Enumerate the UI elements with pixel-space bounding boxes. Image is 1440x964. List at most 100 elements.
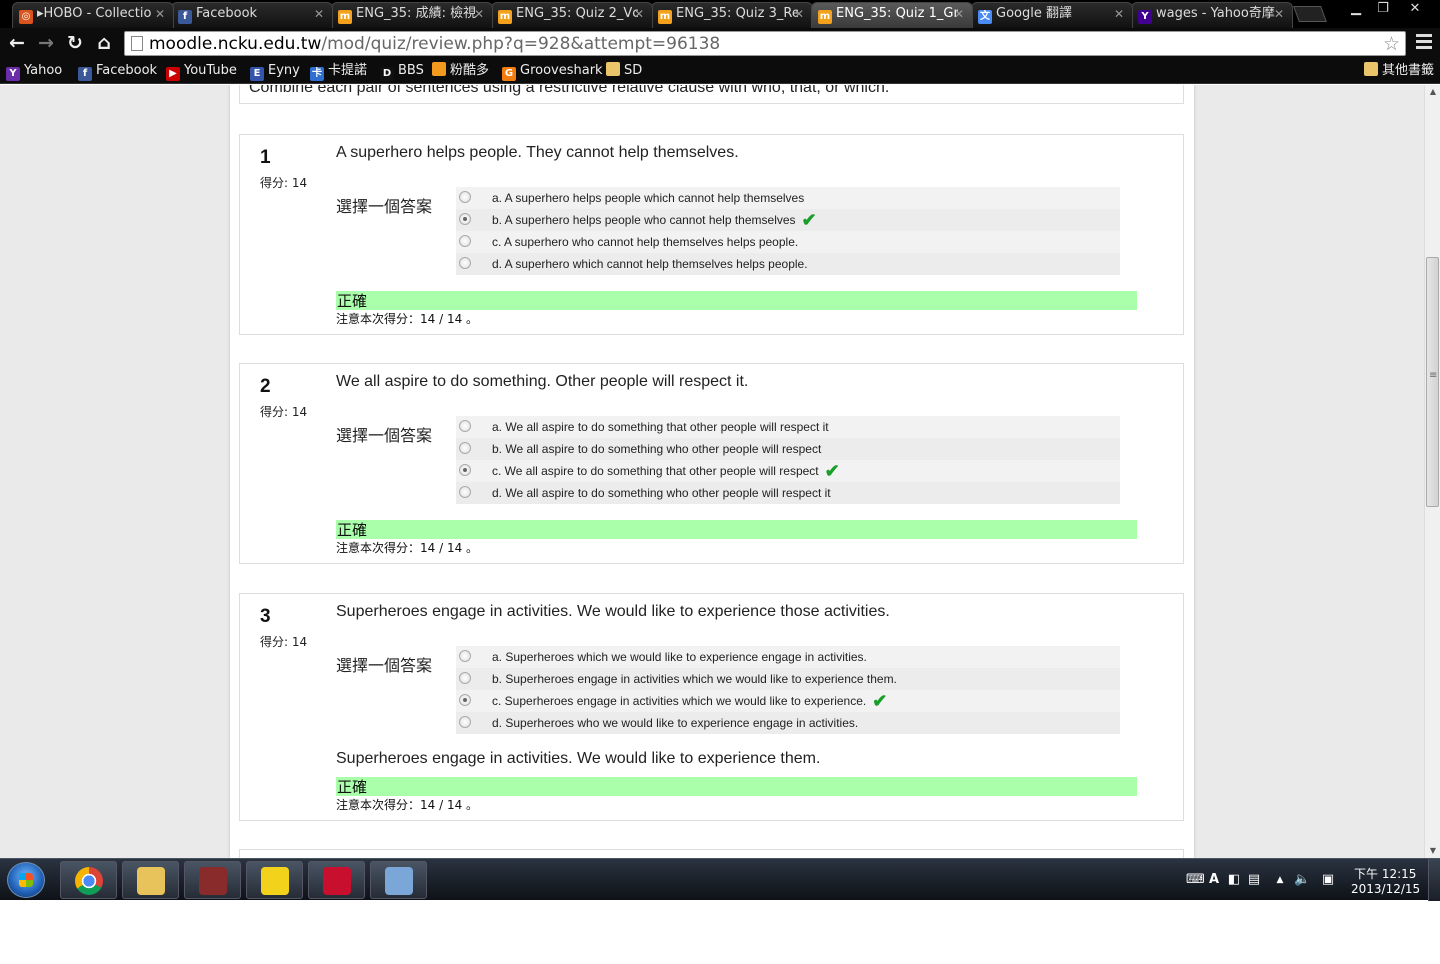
radio-button[interactable] xyxy=(459,213,471,225)
answer-list: a. We all aspire to do something that ot… xyxy=(456,416,1120,504)
radio-button[interactable] xyxy=(459,694,471,706)
close-window-button[interactable]: ✕ xyxy=(1400,0,1430,20)
tab-close-icon[interactable]: ✕ xyxy=(1274,3,1284,25)
folder-icon xyxy=(606,62,620,76)
taskbar-button[interactable] xyxy=(184,861,241,899)
facebook-icon: f xyxy=(178,10,192,24)
url-text[interactable]: moodle.ncku.edu.tw/mod/quiz/review.php?q… xyxy=(149,33,720,55)
result-correct-bar: 正確 xyxy=(336,291,1137,310)
bookmark-label: BBS xyxy=(398,63,424,78)
chrome-taskbar-icon xyxy=(75,867,103,895)
radio-button[interactable] xyxy=(459,420,471,432)
answer-option: a. Superheroes which we would like to ex… xyxy=(456,646,1120,668)
moodle-icon: m xyxy=(498,10,512,24)
bookmark-item[interactable]: 粉酷多 xyxy=(432,62,489,80)
paint-taskbar-icon xyxy=(385,867,413,895)
game-taskbar-icon xyxy=(199,867,227,895)
radio-button[interactable] xyxy=(459,442,471,454)
browser-tab[interactable]: m ENG_35: Quiz 3_Re ✕ xyxy=(651,2,813,28)
new-tab-button[interactable] xyxy=(1293,6,1327,22)
bookmark-item[interactable]: G Grooveshark xyxy=(502,62,603,81)
ime-mode-icon[interactable]: A xyxy=(1206,872,1222,888)
show-hidden-icons-icon[interactable]: ▲ xyxy=(1272,872,1288,888)
vertical-scrollbar[interactable]: ▲ ▼ xyxy=(1424,85,1440,858)
radio-button[interactable] xyxy=(459,716,471,728)
bookmark-item[interactable]: E Eyny xyxy=(250,62,300,81)
scroll-up-arrow-icon[interactable]: ▲ xyxy=(1425,85,1440,99)
bookmark-item[interactable]: Y Yahoo xyxy=(6,62,62,81)
tab-close-icon[interactable]: ✕ xyxy=(314,3,324,25)
bookmarks-bar: Y Yahoo f Facebook ▶ YouTube E Eyny 卡卡提諾 D BBS 粉酷多 G… xyxy=(0,58,1440,84)
bookmark-star-icon[interactable]: ☆ xyxy=(1383,33,1400,55)
taskbar-button[interactable] xyxy=(122,861,179,899)
ime-options-icon[interactable]: ▤ xyxy=(1246,872,1262,888)
bookmark-item[interactable]: 卡卡提諾 xyxy=(310,62,367,81)
radio-button[interactable] xyxy=(459,464,471,476)
question-number: 1 xyxy=(260,147,271,168)
answer-label: a. We all aspire to do something that ot… xyxy=(492,420,829,434)
answer-option: b. We all aspire to do something who oth… xyxy=(456,438,1120,460)
browser-tab[interactable]: ◎ ▸HOBO - Collectio ✕ xyxy=(12,2,174,28)
tab-close-icon[interactable]: ✕ xyxy=(155,3,165,25)
browser-tab[interactable]: m ENG_35: Quiz 1_Gr ✕ xyxy=(811,2,973,28)
radio-button[interactable] xyxy=(459,672,471,684)
browser-toolbar: ← → ↻ ⌂ moodle.ncku.edu.tw/mod/quiz/revi… xyxy=(0,28,1440,58)
browser-tab[interactable]: 文 Google 翻譯 ✕ xyxy=(971,2,1133,28)
bookmark-item[interactable]: SD xyxy=(606,62,642,80)
browser-tab[interactable]: Ywages - Yahoo奇摩 ✕ xyxy=(1131,2,1293,28)
browser-tab[interactable]: m ENG_35: Quiz 2_Vc ✕ xyxy=(491,2,653,28)
browser-tab[interactable]: m ENG_35: 成績: 檢視 ✕ xyxy=(331,2,493,28)
radio-button[interactable] xyxy=(459,191,471,203)
grooveshark-icon: G xyxy=(502,67,516,81)
tab-close-icon[interactable]: ✕ xyxy=(474,3,484,25)
clock-date[interactable]: 2013/12/15 xyxy=(1351,882,1420,896)
show-desktop-button[interactable] xyxy=(1428,859,1440,901)
yahoo-icon: Y xyxy=(1138,10,1152,24)
home-button[interactable]: ⌂ xyxy=(92,31,116,55)
taskbar-button[interactable] xyxy=(246,861,303,899)
start-button[interactable] xyxy=(7,862,45,898)
answer-prompt: 選擇一個答案 xyxy=(336,656,433,675)
chrome-menu-button[interactable] xyxy=(1416,34,1432,52)
taskbar-button[interactable] xyxy=(370,861,427,899)
bookmark-item[interactable]: D BBS xyxy=(380,62,424,81)
bookmark-label: 粉酷多 xyxy=(450,63,490,78)
forward-button[interactable]: → xyxy=(34,31,58,55)
ck101-icon: 卡 xyxy=(310,67,324,81)
radio-button[interactable] xyxy=(459,486,471,498)
clock-time[interactable]: 下午 12:15 xyxy=(1354,865,1416,882)
minimize-button[interactable]: ▁ xyxy=(1341,0,1371,20)
network-icon[interactable]: ▣ xyxy=(1320,872,1336,888)
reload-button[interactable]: ↻ xyxy=(63,31,87,55)
scroll-down-arrow-icon[interactable]: ▼ xyxy=(1425,844,1440,858)
bookmark-item[interactable]: f Facebook xyxy=(78,62,157,81)
tab-close-icon[interactable]: ✕ xyxy=(1114,3,1124,25)
taskbar-button[interactable] xyxy=(60,861,117,899)
scroll-thumb[interactable] xyxy=(1426,257,1439,507)
windows-taskbar: ⌨ A ◧ ▤ ▲ 🔈 ▣ 下午 12:15 2013/12/15 xyxy=(0,858,1440,901)
question-card: 3 得分: 14 Superheroes engage in activities.… xyxy=(239,593,1184,821)
address-bar[interactable]: moodle.ncku.edu.tw/mod/quiz/review.php?q… xyxy=(124,31,1406,56)
language-bar-icon[interactable]: ⌨ xyxy=(1186,872,1205,888)
browser-tab[interactable]: f Facebook ✕ xyxy=(171,2,333,28)
back-button[interactable]: ← xyxy=(5,31,29,55)
restore-button[interactable]: ❐ xyxy=(1368,0,1398,20)
bookmark-item[interactable]: ▶ YouTube xyxy=(166,62,237,81)
tab-close-icon[interactable]: ✕ xyxy=(794,3,804,25)
taskbar-button[interactable] xyxy=(308,861,365,899)
answer-option: d. Superheroes who we would like to expe… xyxy=(456,712,1120,734)
tab-close-icon[interactable]: ✕ xyxy=(634,3,644,25)
ime-width-icon[interactable]: ◧ xyxy=(1226,872,1242,888)
hobo-icon: ◎ xyxy=(19,10,33,24)
radio-button[interactable] xyxy=(459,235,471,247)
other-bookmarks[interactable]: 其他書籤 xyxy=(1364,62,1434,80)
answer-prompt: 選擇一個答案 xyxy=(336,197,433,216)
volume-icon[interactable]: 🔈 xyxy=(1294,872,1310,888)
tab-title: ENG_35: Quiz 1_Gr xyxy=(836,6,958,21)
radio-button[interactable] xyxy=(459,257,471,269)
tab-close-icon[interactable]: ✕ xyxy=(954,3,964,25)
answer-option: c. Superheroes engage in activities whic… xyxy=(456,690,1120,712)
acrobat-taskbar-icon xyxy=(323,867,351,895)
question-card: 1 得分: 14 A superhero helps people. They ca… xyxy=(239,134,1184,335)
radio-button[interactable] xyxy=(459,650,471,662)
